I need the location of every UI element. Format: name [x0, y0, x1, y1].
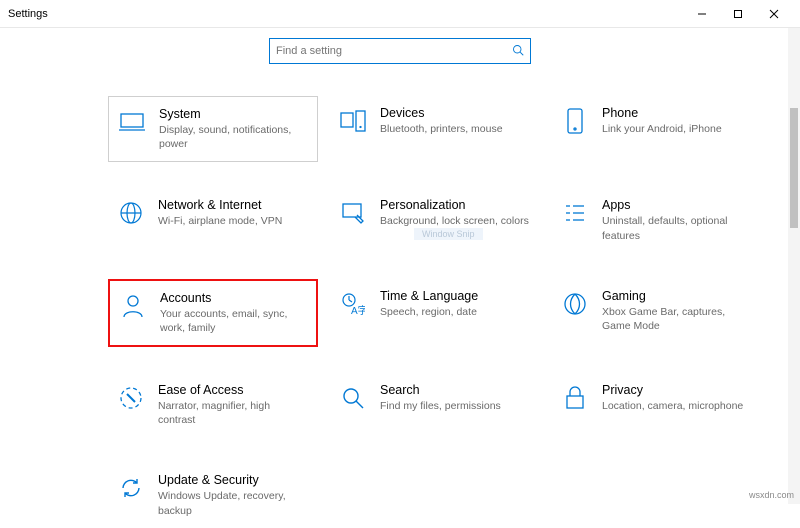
tile-text: Accounts Your accounts, email, sync, wor… — [160, 291, 306, 335]
tile-time-language[interactable]: A字 Time & Language Speech, region, date — [330, 279, 540, 347]
vertical-scrollbar[interactable] — [788, 28, 800, 504]
update-icon — [118, 475, 144, 501]
gaming-icon — [562, 291, 588, 317]
snip-hint-overlay: Window Snip — [414, 228, 483, 240]
tile-title: Update & Security — [158, 473, 308, 487]
tile-title: Devices — [380, 106, 503, 120]
tile-title: Accounts — [160, 291, 306, 305]
tile-title: System — [159, 107, 307, 121]
paintbrush-icon — [340, 200, 366, 226]
tile-text: Privacy Location, camera, microphone — [602, 383, 743, 413]
tile-desc: Background, lock screen, colors — [380, 214, 529, 228]
tile-phone[interactable]: Phone Link your Android, iPhone — [552, 96, 762, 162]
tile-desc: Link your Android, iPhone — [602, 122, 722, 136]
globe-icon — [118, 200, 144, 226]
tile-desc: Wi-Fi, airplane mode, VPN — [158, 214, 282, 228]
search-row — [0, 28, 800, 78]
tile-devices[interactable]: Devices Bluetooth, printers, mouse — [330, 96, 540, 162]
tile-text: System Display, sound, notifications, po… — [159, 107, 307, 151]
tile-title: Personalization — [380, 198, 529, 212]
tile-text: Personalization Background, lock screen,… — [380, 198, 529, 228]
search-box[interactable] — [269, 38, 531, 64]
tile-text: Time & Language Speech, region, date — [380, 289, 478, 319]
tile-desc: Your accounts, email, sync, work, family — [160, 307, 306, 335]
tile-network[interactable]: Network & Internet Wi-Fi, airplane mode,… — [108, 188, 318, 252]
tile-system[interactable]: System Display, sound, notifications, po… — [108, 96, 318, 162]
tile-text: Network & Internet Wi-Fi, airplane mode,… — [158, 198, 282, 228]
tile-privacy[interactable]: Privacy Location, camera, microphone — [552, 373, 762, 437]
titlebar: Settings — [0, 0, 800, 28]
minimize-button[interactable] — [684, 1, 720, 27]
tile-title: Privacy — [602, 383, 743, 397]
close-button[interactable] — [756, 1, 792, 27]
tile-ease-of-access[interactable]: Ease of Access Narrator, magnifier, high… — [108, 373, 318, 437]
ease-of-access-icon — [118, 385, 144, 411]
system-icon — [119, 109, 145, 135]
tile-text: Phone Link your Android, iPhone — [602, 106, 722, 136]
devices-icon — [340, 108, 366, 134]
apps-icon — [562, 200, 588, 226]
tile-text: Ease of Access Narrator, magnifier, high… — [158, 383, 308, 427]
tile-update-security[interactable]: Update & Security Windows Update, recove… — [108, 463, 318, 527]
window-title: Settings — [8, 8, 684, 20]
tile-desc: Bluetooth, printers, mouse — [380, 122, 503, 136]
tile-desc: Location, camera, microphone — [602, 399, 743, 413]
window-controls — [684, 1, 792, 27]
tile-apps[interactable]: Apps Uninstall, defaults, optional featu… — [552, 188, 762, 252]
lock-icon — [562, 385, 588, 411]
tile-title: Phone — [602, 106, 722, 120]
tile-title: Time & Language — [380, 289, 478, 303]
tile-desc: Display, sound, notifications, power — [159, 123, 307, 151]
tile-desc: Uninstall, defaults, optional features — [602, 214, 752, 242]
tile-text: Search Find my files, permissions — [380, 383, 501, 413]
tile-desc: Speech, region, date — [380, 305, 478, 319]
search-icon — [512, 44, 524, 59]
tile-title: Apps — [602, 198, 752, 212]
watermark: wsxdn.com — [749, 490, 794, 500]
tile-personalization[interactable]: Personalization Background, lock screen,… — [330, 188, 540, 252]
maximize-button[interactable] — [720, 1, 756, 27]
settings-grid: System Display, sound, notifications, po… — [0, 78, 800, 528]
tile-title: Gaming — [602, 289, 752, 303]
time-language-icon: A字 — [340, 291, 366, 317]
svg-text:A字: A字 — [351, 304, 365, 316]
tile-text: Update & Security Windows Update, recove… — [158, 473, 308, 517]
tile-accounts[interactable]: Accounts Your accounts, email, sync, wor… — [108, 279, 318, 347]
scrollbar-thumb[interactable] — [790, 108, 798, 228]
tile-gaming[interactable]: Gaming Xbox Game Bar, captures, Game Mod… — [552, 279, 762, 347]
tile-text: Devices Bluetooth, printers, mouse — [380, 106, 503, 136]
tile-text: Gaming Xbox Game Bar, captures, Game Mod… — [602, 289, 752, 333]
tile-title: Network & Internet — [158, 198, 282, 212]
search-input[interactable] — [276, 45, 512, 57]
phone-icon — [562, 108, 588, 134]
tile-desc: Narrator, magnifier, high contrast — [158, 399, 308, 427]
tile-search[interactable]: Search Find my files, permissions — [330, 373, 540, 437]
tile-desc: Find my files, permissions — [380, 399, 501, 413]
tile-text: Apps Uninstall, defaults, optional featu… — [602, 198, 752, 242]
person-icon — [120, 293, 146, 319]
tile-title: Ease of Access — [158, 383, 308, 397]
tile-title: Search — [380, 383, 501, 397]
search-tile-icon — [340, 385, 366, 411]
tile-desc: Xbox Game Bar, captures, Game Mode — [602, 305, 752, 333]
